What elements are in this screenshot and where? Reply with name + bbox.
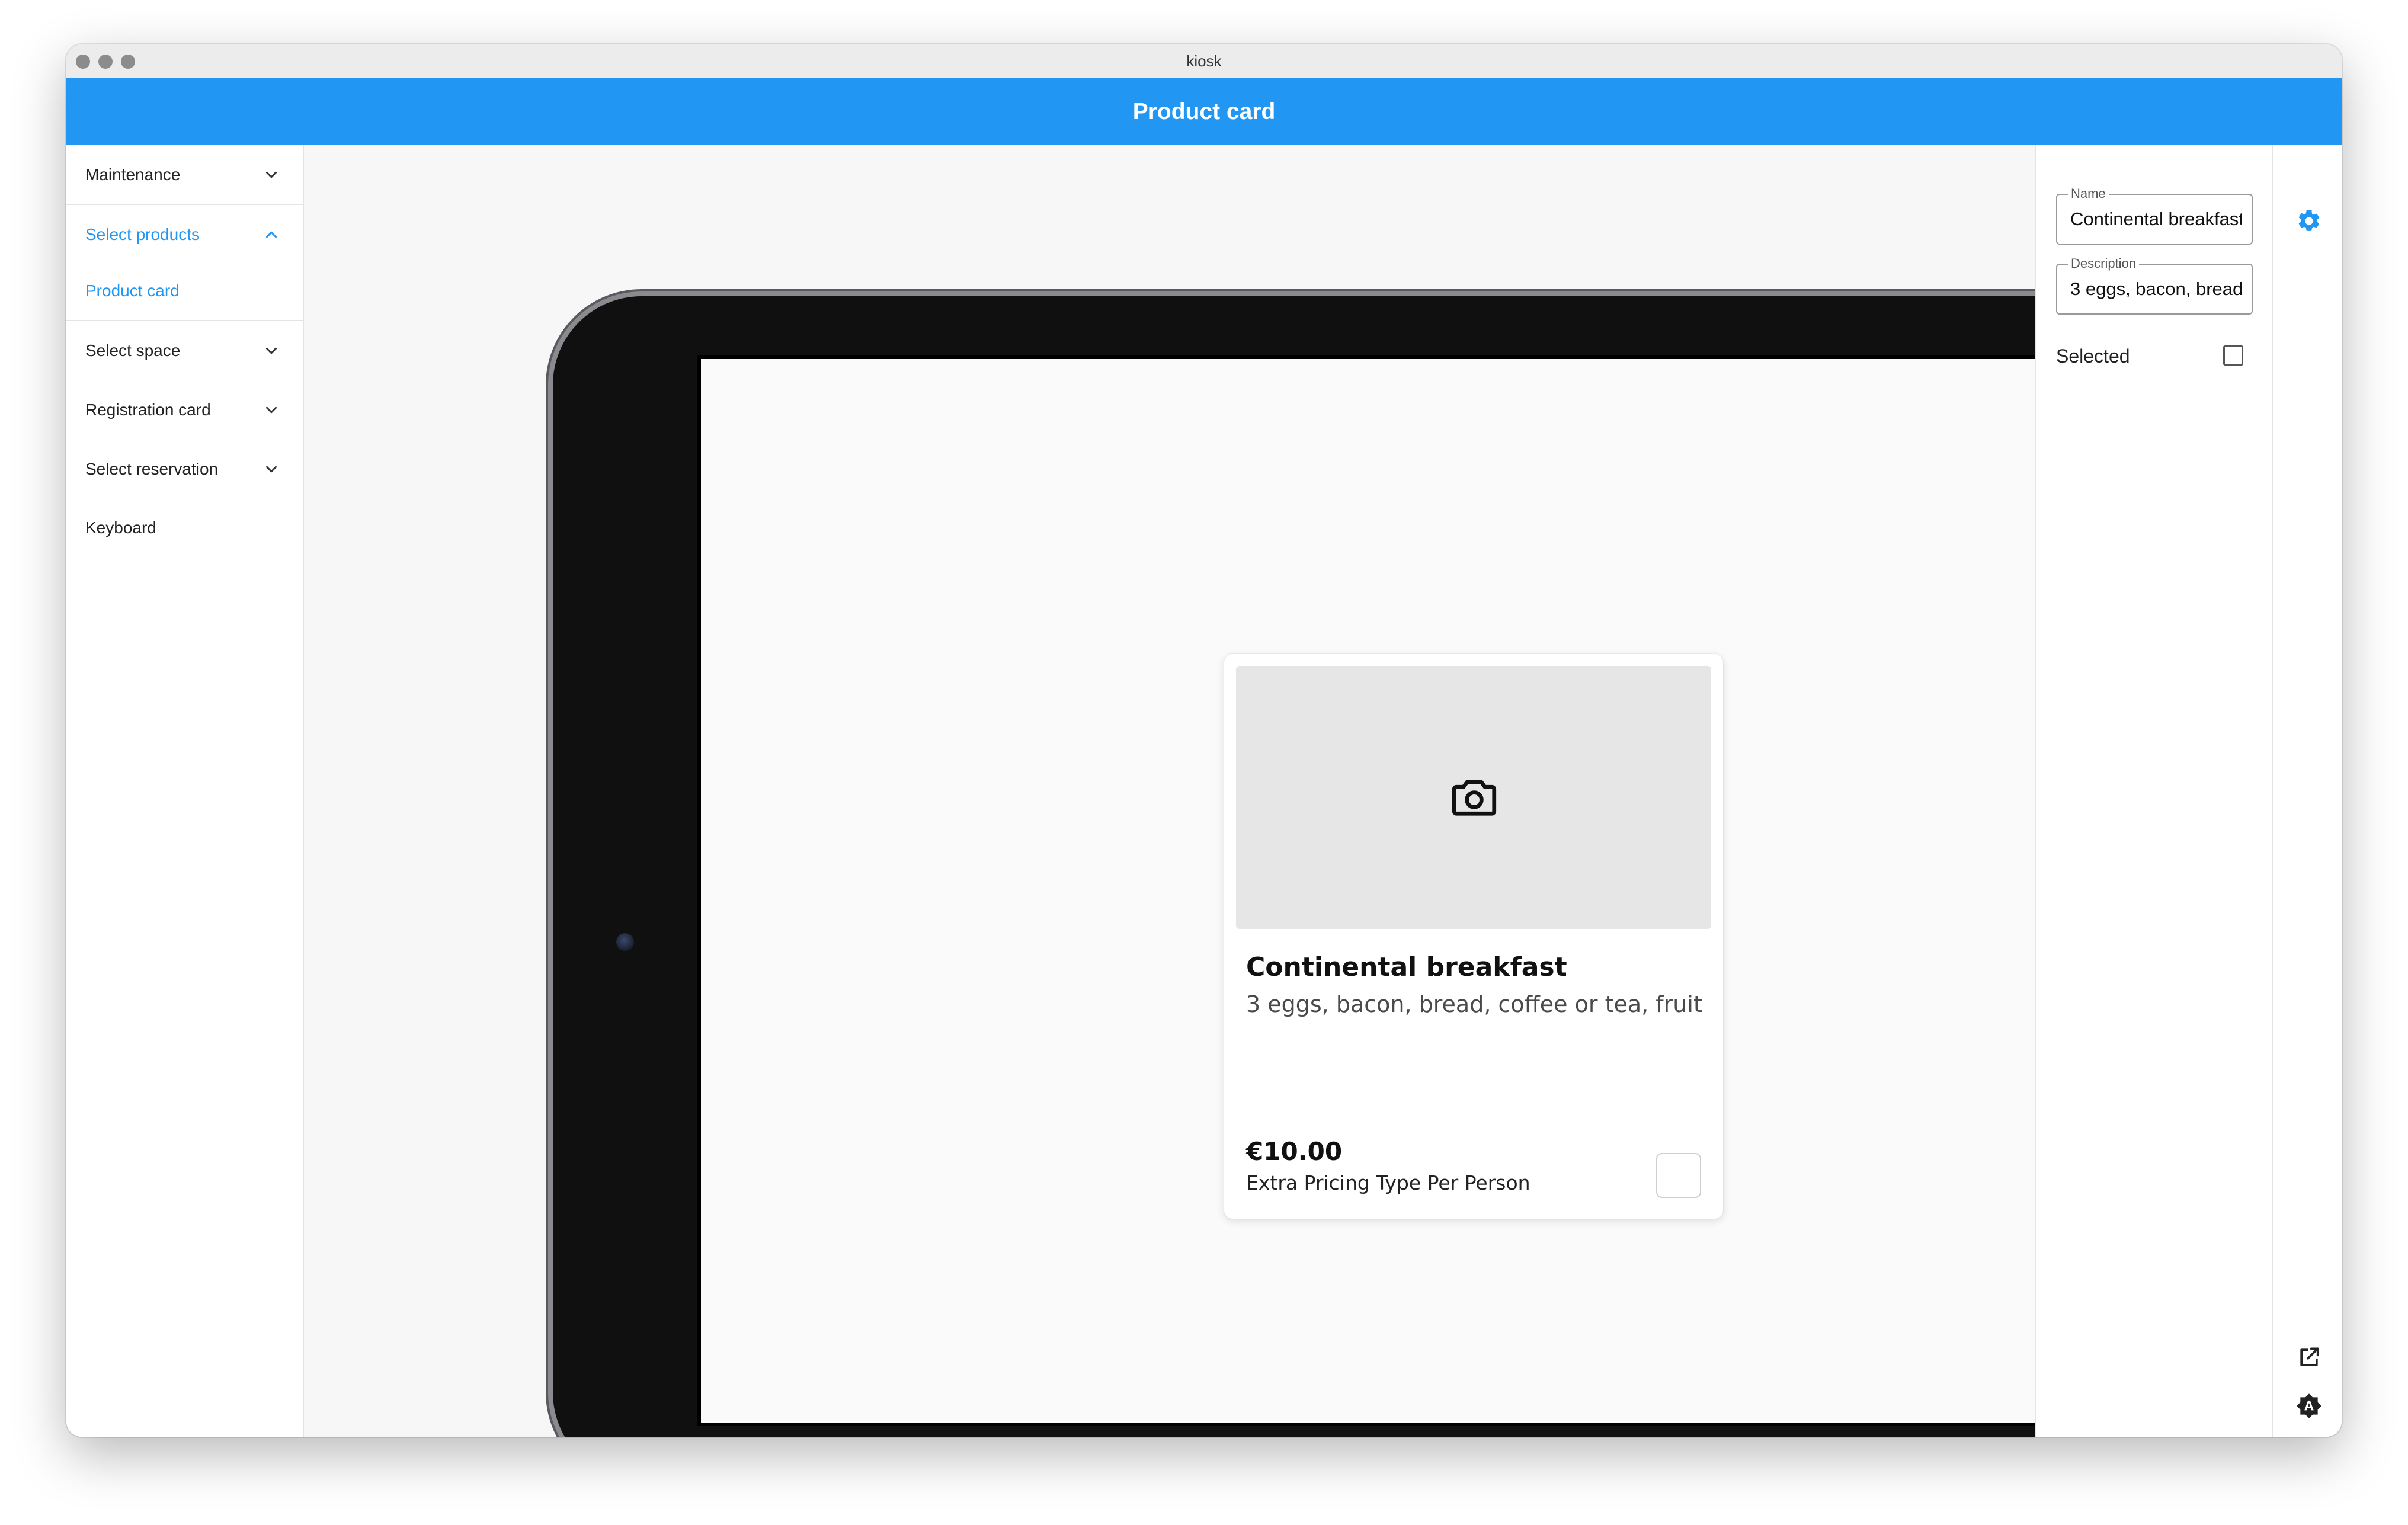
- sidebar-item-maintenance[interactable]: Maintenance: [66, 145, 303, 204]
- description-field-label: Description: [2068, 256, 2140, 271]
- selected-label: Selected: [2056, 345, 2130, 367]
- product-select-checkbox[interactable]: [1656, 1153, 1701, 1198]
- sidebar-item-label: Maintenance: [85, 165, 181, 184]
- chevron-down-icon: [266, 347, 277, 354]
- properties-panel: Name Description Selected: [2035, 145, 2273, 1437]
- sidebar-item-product-card[interactable]: Product card: [66, 261, 303, 321]
- front-camera: [616, 933, 634, 951]
- sidebar-item-label: Product card: [85, 281, 180, 300]
- product-pricing-type: Extra Pricing Type Per Person: [1246, 1171, 1530, 1194]
- sidebar-item-label: Select reservation: [85, 460, 219, 478]
- sidebar-item-label: Select products: [85, 225, 200, 244]
- description-field[interactable]: Description: [2056, 256, 2253, 315]
- product-description: 3 eggs, bacon, bread, coffee or tea, fru…: [1246, 991, 1702, 1017]
- window-title: kiosk: [1186, 52, 1222, 70]
- product-title: Continental breakfast: [1246, 952, 1567, 982]
- tool-rail: [2272, 145, 2342, 1437]
- product-card[interactable]: Continental breakfast 3 eggs, bacon, bre…: [1224, 654, 1723, 1219]
- open-external-icon[interactable]: [2296, 1344, 2322, 1370]
- name-field-label: Name: [2068, 186, 2109, 201]
- sidebar-item-label: Select space: [85, 341, 181, 360]
- sidebar-item-registration-card[interactable]: Registration card: [66, 380, 303, 440]
- selected-checkbox[interactable]: [2223, 345, 2243, 366]
- camera-icon: [1452, 780, 1497, 816]
- chevron-down-icon: [266, 406, 277, 414]
- sidebar-item-select-products[interactable]: Select products: [66, 205, 303, 264]
- sidebar-item-select-space[interactable]: Select space: [66, 321, 303, 380]
- chevron-down-icon: [266, 466, 277, 473]
- name-field[interactable]: Name: [2056, 186, 2253, 245]
- sidebar: Maintenance Select products Product card…: [66, 145, 304, 1437]
- theme-brightness-icon[interactable]: [2296, 1393, 2322, 1419]
- sidebar-item-label: Registration card: [85, 401, 211, 419]
- sidebar-item-label: Keyboard: [85, 518, 156, 537]
- chevron-up-icon: [266, 231, 277, 238]
- chevron-down-icon: [266, 171, 277, 178]
- product-image-placeholder: [1236, 666, 1711, 929]
- app-bar: Product card: [66, 78, 2342, 145]
- preview-canvas: Continental breakfast 3 eggs, bacon, bre…: [304, 145, 2291, 1437]
- app-window: kiosk Product card Maintenance Select pr…: [66, 44, 2342, 1437]
- description-input[interactable]: [2070, 275, 2242, 303]
- page-title: Product card: [1132, 99, 1276, 124]
- sidebar-item-keyboard[interactable]: Keyboard: [66, 498, 303, 558]
- title-bar: kiosk: [66, 44, 2342, 79]
- gear-icon[interactable]: [2296, 208, 2322, 234]
- name-input[interactable]: [2070, 206, 2242, 233]
- product-price: €10.00: [1246, 1137, 1343, 1166]
- sidebar-item-select-reservation[interactable]: Select reservation: [66, 440, 303, 499]
